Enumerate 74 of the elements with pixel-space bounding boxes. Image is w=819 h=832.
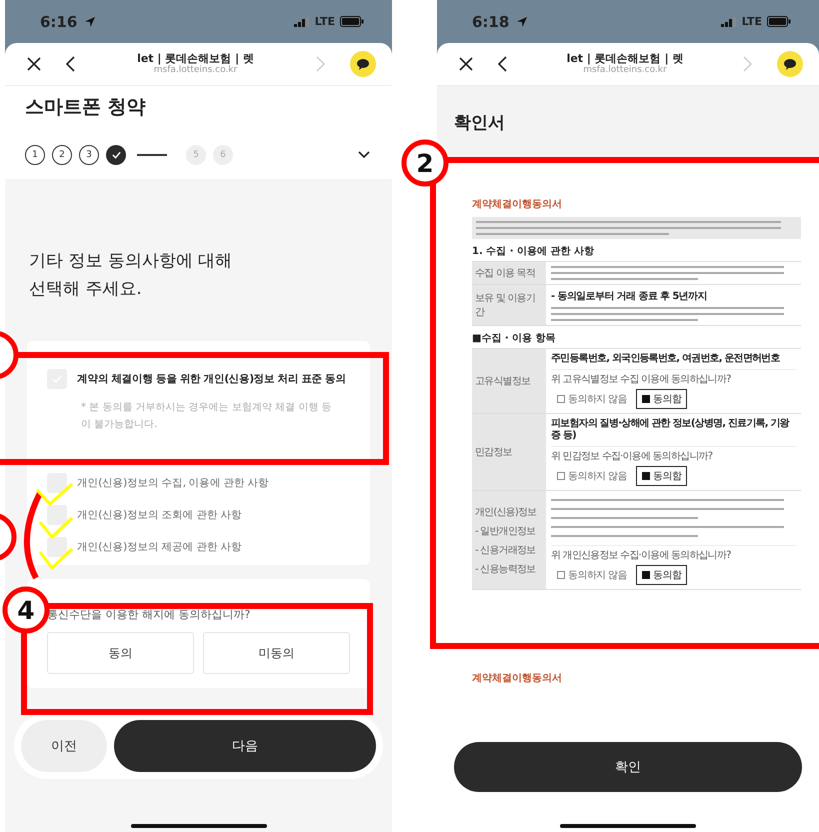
location-arrow-icon — [84, 16, 96, 28]
answer-option[interactable]: 미동의 — [203, 632, 350, 674]
previous-button[interactable]: 이전 — [21, 720, 107, 772]
table-label-cell: 수집 이용 목적 — [472, 262, 546, 284]
chevron-down-icon[interactable] — [358, 151, 370, 159]
document-title: 계약체결이행동의서 — [437, 649, 819, 734]
step-connector — [137, 154, 167, 156]
section-heading: 1. 수집 · 이용에 관한 사항 — [472, 245, 595, 258]
status-time: 6:16 — [40, 12, 78, 30]
network-label: LTE — [314, 15, 335, 28]
battery-icon — [767, 16, 791, 27]
step-indicator: 5 — [186, 145, 206, 165]
consent-option[interactable]: 동의하지 않음 — [551, 466, 633, 486]
checkmark-icon — [112, 151, 120, 159]
consent-option[interactable]: 동의하지 않음 — [551, 565, 633, 585]
sub-label: - 신용거래정보 — [475, 544, 536, 556]
checkbox[interactable] — [47, 473, 67, 494]
chat-bubble-icon[interactable] — [350, 51, 376, 77]
page-title-bar-text: let | 롯데손해보험 | 렛 — [137, 52, 254, 65]
step-indicator: 2 — [52, 145, 72, 165]
close-icon[interactable] — [459, 57, 473, 71]
checkbox[interactable] — [47, 537, 67, 558]
consent-option[interactable]: 동의하지 않음 — [551, 389, 633, 409]
info-items-text: 피보험자의 질병·상해에 관한 정보(상병명, 진료기록, 기왕증 등) — [551, 418, 790, 442]
signal-icon — [720, 16, 737, 26]
network-label: LTE — [742, 15, 762, 28]
url-text: msfa.lotteins.co.kr — [583, 65, 667, 76]
step-indicator: 6 — [213, 145, 233, 165]
step-indicator: 3 — [79, 145, 99, 165]
document-title: 계약체결이행동의서 — [472, 198, 563, 211]
step-indicator: 1 — [25, 145, 45, 165]
prompt-heading: 기타 정보 동의사항에 대해 선택해 주세요. — [29, 250, 234, 302]
checkmark-annotation — [38, 516, 74, 540]
consent-item-label[interactable]: 개인(신용)정보의 제공에 관한 사항 — [77, 540, 242, 554]
number-marker: 2 — [402, 140, 448, 186]
consent-question: 위 고유식별정보 수집 이용에 동의하십니까? — [551, 373, 732, 386]
next-button[interactable]: 다음 — [114, 720, 376, 772]
sub-label: - 일반개인정보 — [475, 524, 536, 538]
checkbox[interactable] — [47, 505, 67, 526]
table-label-cell-text: 개인(신용)정보 — [475, 506, 536, 518]
answer-option[interactable]: 동의 — [47, 632, 194, 674]
consent-option[interactable]: 동의함 — [636, 389, 688, 409]
page-heading: 확인서 — [453, 112, 506, 135]
confirm-button[interactable]: 확인 — [454, 742, 802, 792]
retention-period-text: - 동의일로부터 거래 종료 후 5년까지 — [551, 290, 708, 303]
page-heading: 스마트폰 청약 — [24, 95, 147, 120]
page-title-bar-text: let | 롯데손해보험 | 렛 — [566, 52, 684, 65]
consent-option[interactable]: 동의함 — [636, 565, 688, 585]
table-label-cell-text: 고유식별정보 — [475, 375, 530, 388]
back-icon[interactable] — [65, 56, 75, 72]
consent-question: 위 민감정보 수집·이용에 동의하십니까? — [551, 450, 714, 463]
consent-label[interactable]: 계약의 체결이행 등을 위한 개인(신용)정보 처리 표준 동의 — [77, 372, 346, 386]
consent-note: * 본 동의를 거부하시는 경우에는 보험계약 체결 이행 등이 불가능합니다. — [81, 401, 332, 432]
url-text: msfa.lotteins.co.kr — [154, 65, 238, 76]
info-items-text: 주민등록번호, 외국인등록번호, 여권번호, 운전면허번호 — [551, 353, 781, 365]
consent-item-label[interactable]: 개인(신용)정보의 수집, 이용에 관한 사항 — [77, 476, 269, 490]
consent-question: 위 개인신용정보 수집·이용에 동의하십니까? — [551, 549, 732, 562]
table-label-cell: 보유 및 이용기간 — [472, 285, 546, 325]
question-text: 통신수단을 이용한 해지에 동의하십니까? — [47, 607, 252, 622]
battery-icon — [340, 16, 364, 27]
signal-icon — [294, 16, 310, 26]
consent-option[interactable]: 동의함 — [636, 466, 688, 486]
close-icon[interactable] — [27, 57, 41, 71]
back-icon[interactable] — [497, 56, 507, 72]
checkmark-annotation — [36, 482, 73, 506]
checkmark-annotation — [38, 548, 74, 570]
consent-item-label[interactable]: 개인(신용)정보의 조회에 관한 사항 — [77, 508, 242, 522]
status-time: 6:18 — [472, 12, 510, 30]
location-arrow-icon — [516, 16, 528, 28]
chat-bubble-icon[interactable] — [777, 51, 803, 77]
sub-label: - 신용능력정보 — [475, 562, 536, 576]
table-label-cell-text: 민감정보 — [475, 446, 512, 459]
number-marker: 4 — [2, 586, 50, 634]
section-heading: ■수집 · 이용 항목 — [472, 332, 557, 345]
